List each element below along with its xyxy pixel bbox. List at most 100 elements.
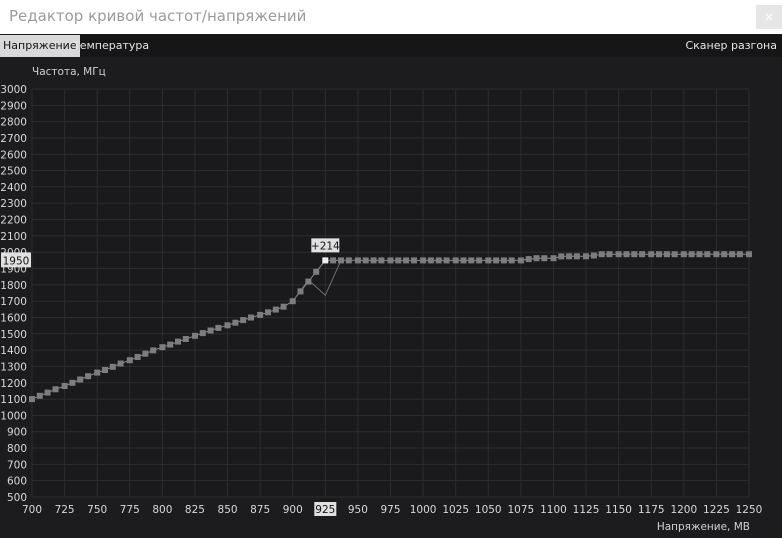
curve-point[interactable] (639, 251, 646, 258)
curve-point[interactable] (713, 251, 720, 258)
curve-point[interactable] (688, 251, 695, 258)
curve-point[interactable] (265, 309, 271, 316)
curve-point[interactable] (485, 257, 492, 264)
curve-point[interactable] (583, 253, 589, 260)
curve-point[interactable] (362, 257, 369, 264)
x-tick-label: 700 (22, 504, 42, 516)
curve-point[interactable] (476, 257, 483, 264)
curve-point[interactable] (134, 354, 141, 360)
curve-point[interactable] (232, 319, 239, 326)
curve-point[interactable] (704, 251, 711, 258)
curve-point[interactable] (623, 251, 630, 258)
curve-point[interactable] (77, 376, 84, 383)
curve-point[interactable] (338, 257, 344, 264)
curve-point[interactable] (182, 336, 189, 342)
curve-point[interactable] (387, 257, 394, 264)
curve-point[interactable] (126, 357, 133, 364)
curve-point[interactable] (533, 255, 540, 262)
curve-point[interactable] (345, 257, 352, 264)
curve-point[interactable] (680, 251, 687, 258)
curve-point[interactable] (427, 257, 434, 264)
y-tick-label: 1800 (0, 280, 27, 292)
curve-point[interactable] (167, 341, 174, 348)
curve-point[interactable] (224, 322, 231, 329)
tab-temperature[interactable]: Температура (70, 35, 152, 57)
curve-point[interactable] (215, 324, 222, 331)
curve-point[interactable] (721, 251, 728, 258)
curve-point[interactable] (468, 257, 475, 264)
x-tick-label: 875 (250, 504, 270, 516)
curve-point[interactable] (280, 303, 287, 310)
curve-point[interactable] (729, 251, 736, 258)
selected-curve-point[interactable] (322, 257, 329, 264)
close-button[interactable]: × (756, 5, 782, 29)
curve-point[interactable] (207, 327, 214, 334)
curve-point[interactable] (631, 251, 638, 258)
curve-point[interactable] (150, 347, 157, 354)
curve-point[interactable] (517, 257, 524, 264)
curve-point[interactable] (656, 251, 662, 258)
curve-point[interactable] (736, 251, 743, 258)
curve-point[interactable] (109, 363, 116, 370)
curve-point[interactable] (411, 257, 417, 264)
title-bar[interactable]: Редактор кривой частот/напряжений × (0, 0, 782, 34)
curve-point[interactable] (240, 317, 247, 324)
curve-point[interactable] (305, 278, 312, 285)
tab-bar: Напряжение Температура Сканер разгона (0, 35, 782, 57)
curve-point[interactable] (297, 288, 304, 295)
curve-point[interactable] (500, 257, 507, 264)
curve-point[interactable] (541, 255, 548, 262)
curve-point[interactable] (606, 251, 613, 258)
curve-point[interactable] (460, 257, 467, 264)
curve-point[interactable] (663, 251, 670, 258)
curve-point[interactable] (117, 360, 124, 367)
curve-point[interactable] (330, 257, 337, 264)
curve-point[interactable] (69, 379, 76, 386)
curve-point[interactable] (102, 367, 108, 373)
x-tick-label: 725 (55, 504, 75, 516)
curve-point[interactable] (550, 255, 557, 262)
curve-point[interactable] (248, 314, 254, 321)
curve-point[interactable] (199, 330, 206, 337)
oc-scanner-button[interactable]: Сканер разгона (685, 35, 777, 57)
curve-point[interactable] (289, 298, 296, 305)
curve-point[interactable] (746, 251, 752, 258)
vf-curve-chart[interactable]: Частота, МГц 3000 2900 2800 2700 2600 2500 240… (0, 57, 782, 538)
curve-point[interactable] (159, 344, 166, 351)
curve-point[interactable] (378, 257, 385, 264)
curve-point[interactable] (192, 332, 198, 339)
curve-point[interactable] (648, 251, 655, 258)
curve-point[interactable] (493, 257, 500, 264)
curve-point[interactable] (36, 392, 43, 399)
curve-point[interactable] (452, 257, 459, 264)
curve-point[interactable] (52, 386, 59, 393)
curve-point[interactable] (257, 311, 264, 318)
tab-voltage[interactable]: Напряжение (0, 35, 80, 57)
curve-point[interactable] (29, 396, 35, 403)
curve-point[interactable] (566, 253, 573, 260)
curve-point[interactable] (696, 251, 703, 258)
curve-point[interactable] (598, 251, 605, 258)
curve-point[interactable] (44, 389, 51, 396)
curve-point[interactable] (313, 268, 320, 275)
curve-point[interactable] (403, 257, 410, 264)
curve-point[interactable] (525, 256, 532, 263)
curve-point[interactable] (272, 306, 279, 313)
curve-point[interactable] (420, 257, 427, 264)
curve-point[interactable] (671, 251, 678, 258)
curve-point[interactable] (370, 257, 377, 264)
curve-point[interactable] (443, 257, 450, 264)
curve-point[interactable] (142, 350, 149, 357)
curve-point[interactable] (94, 369, 101, 376)
curve-point[interactable] (615, 251, 622, 258)
curve-point[interactable] (435, 257, 442, 264)
curve-point[interactable] (395, 257, 402, 264)
curve-point[interactable] (558, 253, 565, 260)
curve-point[interactable] (573, 253, 580, 260)
curve-point[interactable] (175, 338, 181, 345)
curve-point[interactable] (354, 257, 361, 264)
curve-point[interactable] (590, 252, 597, 259)
curve-point[interactable] (85, 373, 92, 380)
curve-point[interactable] (508, 257, 515, 264)
curve-point[interactable] (61, 383, 68, 389)
